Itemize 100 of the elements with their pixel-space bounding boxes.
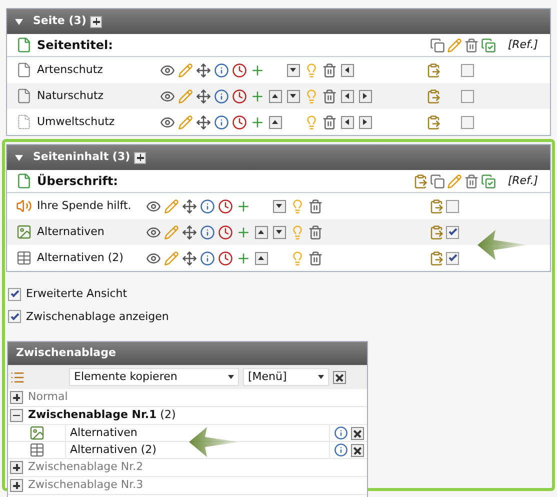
list-icon[interactable] [10, 370, 25, 384]
record-title[interactable]: Alternativen [37, 224, 144, 240]
collapse-icon[interactable] [15, 18, 23, 26]
move-right-button[interactable] [358, 90, 372, 102]
move-up-button[interactable] [254, 252, 268, 264]
move-up-button[interactable] [268, 116, 282, 128]
delete-icon[interactable] [308, 224, 322, 240]
view-icon[interactable] [146, 224, 160, 240]
delete-icon[interactable] [308, 250, 322, 266]
new-after-icon[interactable] [236, 250, 250, 266]
delete-icon[interactable] [322, 88, 336, 104]
new-after-icon[interactable] [250, 114, 264, 130]
clipboard-item[interactable]: Alternativen (2) [66, 442, 330, 458]
info-icon[interactable] [334, 426, 348, 440]
remove-button[interactable] [351, 426, 364, 440]
move-icon[interactable] [196, 62, 210, 78]
record-title[interactable]: Naturschutz [37, 88, 158, 104]
select-all-icon[interactable] [480, 38, 496, 52]
page-icon [16, 114, 32, 130]
move-icon[interactable] [182, 224, 196, 240]
paste-icon[interactable] [412, 174, 428, 188]
delete-icon[interactable] [308, 198, 322, 214]
record-title[interactable]: Artenschutz [37, 62, 158, 78]
add-button[interactable] [90, 16, 102, 28]
paste-icon[interactable] [426, 88, 441, 104]
info-icon[interactable] [200, 198, 214, 214]
delete-icon[interactable] [322, 62, 336, 78]
move-left-button[interactable] [340, 64, 354, 76]
history-icon[interactable] [218, 224, 232, 240]
move-icon[interactable] [182, 198, 196, 214]
panel-title: Zwischenablage [16, 345, 116, 362]
view-icon[interactable] [160, 114, 174, 130]
copy-icon[interactable] [430, 174, 445, 188]
record-title[interactable]: Alternativen (2) [37, 250, 144, 266]
new-record-icon[interactable] [16, 37, 32, 53]
checkbox[interactable] [461, 90, 474, 102]
new-after-icon[interactable] [236, 198, 250, 214]
move-icon[interactable] [196, 114, 210, 130]
paste-icon[interactable] [426, 62, 441, 78]
checkbox[interactable] [461, 116, 474, 128]
image-icon [16, 224, 32, 240]
record-title[interactable]: Ihre Spende hilft. [37, 198, 144, 214]
history-icon[interactable] [232, 62, 246, 78]
checkbox[interactable] [8, 288, 21, 301]
move-down-button[interactable] [272, 200, 286, 212]
add-button[interactable] [134, 152, 146, 164]
expand-button[interactable] [10, 391, 23, 404]
delete-icon[interactable] [322, 114, 336, 130]
delete-icon[interactable] [464, 174, 479, 188]
paste-icon[interactable] [429, 250, 444, 266]
menu-select[interactable]: [Menü] [243, 368, 329, 386]
info-icon[interactable] [334, 443, 348, 457]
move-left-button[interactable] [340, 116, 354, 128]
history-icon[interactable] [218, 250, 232, 266]
close-button[interactable] [333, 370, 346, 384]
history-icon[interactable] [218, 198, 232, 214]
new-after-icon[interactable] [250, 62, 264, 78]
remove-button[interactable] [351, 444, 364, 456]
history-icon[interactable] [232, 88, 246, 104]
checkbox[interactable] [446, 226, 459, 238]
paste-icon[interactable] [426, 114, 441, 130]
move-down-button[interactable] [286, 90, 300, 102]
move-down-button[interactable] [272, 226, 286, 238]
info-icon[interactable] [200, 250, 214, 266]
expand-button[interactable] [10, 461, 23, 474]
clipboard-tab[interactable]: Zwischenablage Nr.3 [28, 477, 144, 494]
record-title[interactable]: Umweltschutz [37, 114, 158, 130]
paste-icon[interactable] [429, 224, 444, 240]
clipboard-tab[interactable]: Zwischenablage Nr.2 [28, 459, 144, 476]
new-record-icon[interactable] [16, 173, 32, 189]
view-icon[interactable] [146, 250, 160, 266]
move-left-button[interactable] [340, 90, 354, 102]
checkbox[interactable] [461, 64, 474, 76]
info-icon[interactable] [214, 88, 228, 104]
collapse-button[interactable] [10, 409, 23, 422]
checkbox[interactable] [446, 200, 459, 212]
view-icon[interactable] [160, 88, 174, 104]
move-up-button[interactable] [254, 226, 268, 238]
view-icon[interactable] [160, 62, 174, 78]
move-up-button[interactable] [268, 90, 282, 102]
checkbox[interactable] [446, 252, 459, 264]
info-icon[interactable] [214, 62, 228, 78]
move-icon[interactable] [196, 88, 210, 104]
view-icon[interactable] [146, 198, 160, 214]
clipboard-tab[interactable]: Normal [28, 389, 68, 406]
expand-button[interactable] [10, 479, 23, 492]
select-all-icon[interactable] [480, 174, 496, 188]
info-icon[interactable] [200, 224, 214, 240]
clipboard-tab[interactable]: Zwischenablage Nr.1 (2) [28, 407, 176, 424]
move-down-button[interactable] [286, 64, 300, 76]
move-icon[interactable] [182, 250, 196, 266]
copy-icon[interactable] [430, 38, 445, 52]
delete-icon[interactable] [464, 38, 479, 52]
mode-select[interactable]: Elemente kopieren [69, 368, 239, 386]
info-icon[interactable] [214, 114, 228, 130]
collapse-icon[interactable] [15, 154, 23, 162]
paste-icon[interactable] [429, 198, 444, 214]
move-right-button[interactable] [358, 116, 372, 128]
history-icon[interactable] [232, 114, 246, 130]
checkbox[interactable] [8, 310, 21, 324]
